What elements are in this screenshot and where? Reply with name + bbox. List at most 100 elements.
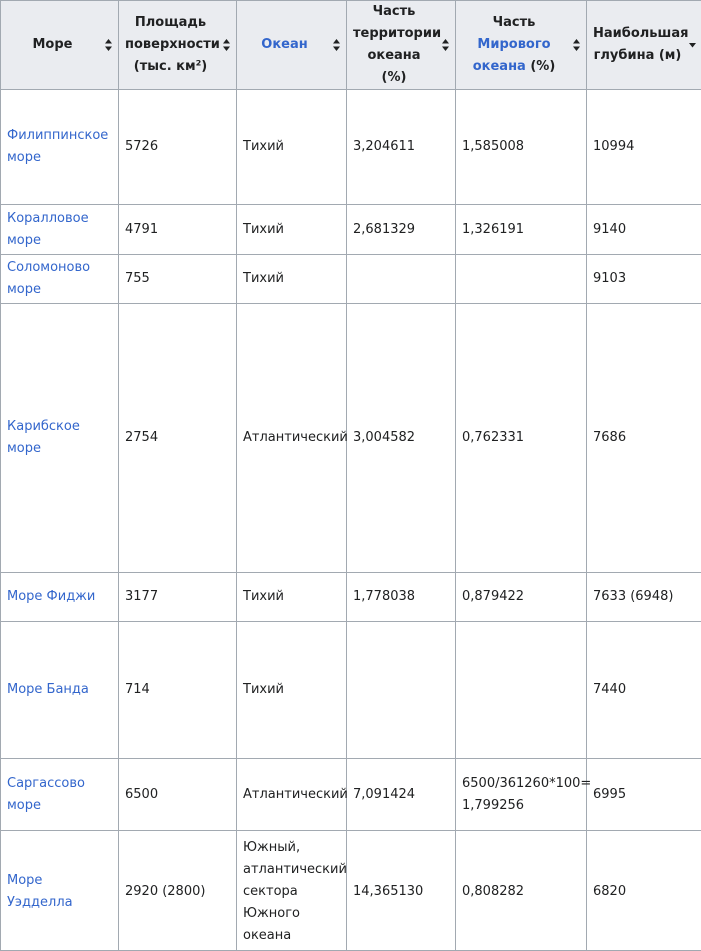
cell-part-world-ocean-line: 1,585008 xyxy=(462,139,524,154)
cell-part-territory: 7,091424 xyxy=(347,759,456,831)
cell-ocean: Атлантический xyxy=(237,759,347,831)
sea-link[interactable]: Саргассовоморе xyxy=(7,776,85,813)
cell-ocean: Тихий xyxy=(237,205,347,255)
cell-part-world-ocean: 0,879422 xyxy=(456,573,587,622)
sea-link[interactable]: Море Уэдделла xyxy=(7,873,73,910)
cell-part-world-ocean-line: 1,799256 xyxy=(462,798,524,813)
sort-both-icon[interactable] xyxy=(442,39,449,51)
sea-name-line: Море Банда xyxy=(7,682,89,697)
cell-part-world-ocean: 6500/361260*100=1,799256 xyxy=(456,759,587,831)
sea-link[interactable]: Соломоновоморе xyxy=(7,260,90,297)
column-header-part-territory[interactable]: Часть территории океана (%) xyxy=(347,1,456,90)
cell-ocean-line: Тихий xyxy=(243,271,284,286)
column-header-label: поверхности xyxy=(125,37,220,52)
sea-name-line: Коралловое xyxy=(7,211,89,226)
seas-table: Море Площадь поверхности (тыс. км²) Океа… xyxy=(0,0,701,951)
column-header-label: территории xyxy=(353,26,441,41)
cell-ocean: Тихий xyxy=(237,90,347,205)
cell-sea-name: Море Уэдделла xyxy=(1,831,119,951)
sort-descending-icon[interactable] xyxy=(689,39,696,51)
cell-part-territory: 3,204611 xyxy=(347,90,456,205)
cell-area: 6500 xyxy=(119,759,237,831)
sea-name-line: Море Уэдделла xyxy=(7,873,73,910)
table-row: Саргассовоморе6500Атлантический7,0914246… xyxy=(1,759,701,831)
cell-area: 755 xyxy=(119,255,237,304)
table-body: Филиппинскоеморе 5726 Тихий 3,204611 1,58500… xyxy=(1,90,701,951)
cell-part-world-ocean-line: 0,879422 xyxy=(462,589,524,604)
cell-sea-name: Филиппинскоеморе xyxy=(1,90,119,205)
column-header-label: (%) xyxy=(526,59,555,74)
column-header-label: океана (%) xyxy=(367,48,420,85)
table-row: Филиппинскоеморе 5726 Тихий 3,204611 1,58500… xyxy=(1,90,701,205)
cell-ocean-line: Тихий xyxy=(243,222,284,237)
table-header: Море Площадь поверхности (тыс. км²) Океа… xyxy=(1,1,701,90)
cell-area: 3177 xyxy=(119,573,237,622)
column-header-label: Часть xyxy=(493,15,536,30)
column-header-label: (тыс. км²) xyxy=(134,59,208,74)
table-row: Море Фиджи 3177 Тихий 1,778038 0,879422 7633 … xyxy=(1,573,701,622)
sea-link[interactable]: Коралловоеморе xyxy=(7,211,89,248)
sea-link[interactable]: Море Банда xyxy=(7,682,89,697)
cell-part-world-ocean xyxy=(456,255,587,304)
cell-ocean: Южный,атлантическийсектораЮжногоокеана xyxy=(237,831,347,951)
table-row: Коралловоеморе 4791 Тихий 2,681329 1,326191 9… xyxy=(1,205,701,255)
cell-area: 5726 xyxy=(119,90,237,205)
cell-part-world-ocean xyxy=(456,622,587,759)
cell-part-world-ocean: 0,808282 xyxy=(456,831,587,951)
cell-sea-name: Море Банда xyxy=(1,622,119,759)
cell-part-territory: 14,365130 xyxy=(347,831,456,951)
cell-part-world-ocean: 0,762331 xyxy=(456,304,587,573)
cell-area: 2920 (2800) xyxy=(119,831,237,951)
sea-link[interactable]: Филиппинскоеморе xyxy=(7,128,108,165)
cell-part-world-ocean-line: 0,762331 xyxy=(462,430,524,445)
cell-ocean-line: Тихий xyxy=(243,589,284,604)
cell-ocean-line: Атлантический xyxy=(243,430,348,445)
cell-sea-name: Море Фиджи xyxy=(1,573,119,622)
world-ocean-link[interactable]: Мирового xyxy=(477,37,550,52)
cell-part-world-ocean-line: 1,326191 xyxy=(462,222,524,237)
sort-both-icon[interactable] xyxy=(223,39,230,51)
column-header-sea[interactable]: Море xyxy=(1,1,119,90)
sort-both-icon[interactable] xyxy=(573,39,580,51)
cell-area: 4791 xyxy=(119,205,237,255)
column-header-part-world-ocean[interactable]: Часть Мирового океана (%) xyxy=(456,1,587,90)
table-row: Море Уэдделла 2920 (2800) Южный, атлантичес… xyxy=(1,831,701,951)
cell-sea-name: Соломоновоморе xyxy=(1,255,119,304)
cell-part-territory: 3,004582 xyxy=(347,304,456,573)
cell-depth: 9140 xyxy=(587,205,701,255)
cell-ocean-line: сектора xyxy=(243,884,298,899)
sort-both-icon[interactable] xyxy=(333,39,340,51)
cell-depth: 9103 xyxy=(587,255,701,304)
cell-sea-name: Карибское море xyxy=(1,304,119,573)
column-header-label: Площадь xyxy=(135,15,206,30)
sort-both-icon[interactable] xyxy=(105,39,112,51)
cell-area: 714 xyxy=(119,622,237,759)
column-header-area[interactable]: Площадь поверхности (тыс. км²) xyxy=(119,1,237,90)
table-row: Море Банда714Тихий7440 xyxy=(1,622,701,759)
cell-ocean-line: океана xyxy=(243,928,291,943)
cell-part-world-ocean-line: 6500/361260*100= xyxy=(462,776,591,791)
cell-part-territory: 1,778038 xyxy=(347,573,456,622)
cell-ocean-line: Тихий xyxy=(243,139,284,154)
sea-link[interactable]: Море Фиджи xyxy=(7,589,95,604)
sea-name-line: море xyxy=(7,150,41,165)
cell-depth: 6995 xyxy=(587,759,701,831)
cell-depth: 7633 (6948) xyxy=(587,573,701,622)
column-header-label: глубина (м) xyxy=(594,48,682,63)
cell-depth: 7686 xyxy=(587,304,701,573)
world-ocean-link-2[interactable]: океана xyxy=(473,59,526,74)
cell-sea-name: Саргассовоморе xyxy=(1,759,119,831)
column-header-ocean[interactable]: Океан xyxy=(237,1,347,90)
column-header-depth[interactable]: Наибольшая глубина (м) xyxy=(587,1,701,90)
cell-ocean-line: атлантический xyxy=(243,862,347,877)
cell-ocean-line: Южный, xyxy=(243,840,300,855)
sea-name-line: Саргассово xyxy=(7,776,85,791)
cell-part-territory: 2,681329 xyxy=(347,205,456,255)
cell-ocean-line: Атлантический xyxy=(243,787,348,802)
sea-link[interactable]: Карибское море xyxy=(7,419,80,456)
column-header-label: Наибольшая xyxy=(593,26,688,41)
cell-ocean-line: Тихий xyxy=(243,682,284,697)
table-row: Соломоновоморе 755 Тихий 9103 xyxy=(1,255,701,304)
cell-area: 2754 xyxy=(119,304,237,573)
ocean-link[interactable]: Океан xyxy=(261,37,307,52)
